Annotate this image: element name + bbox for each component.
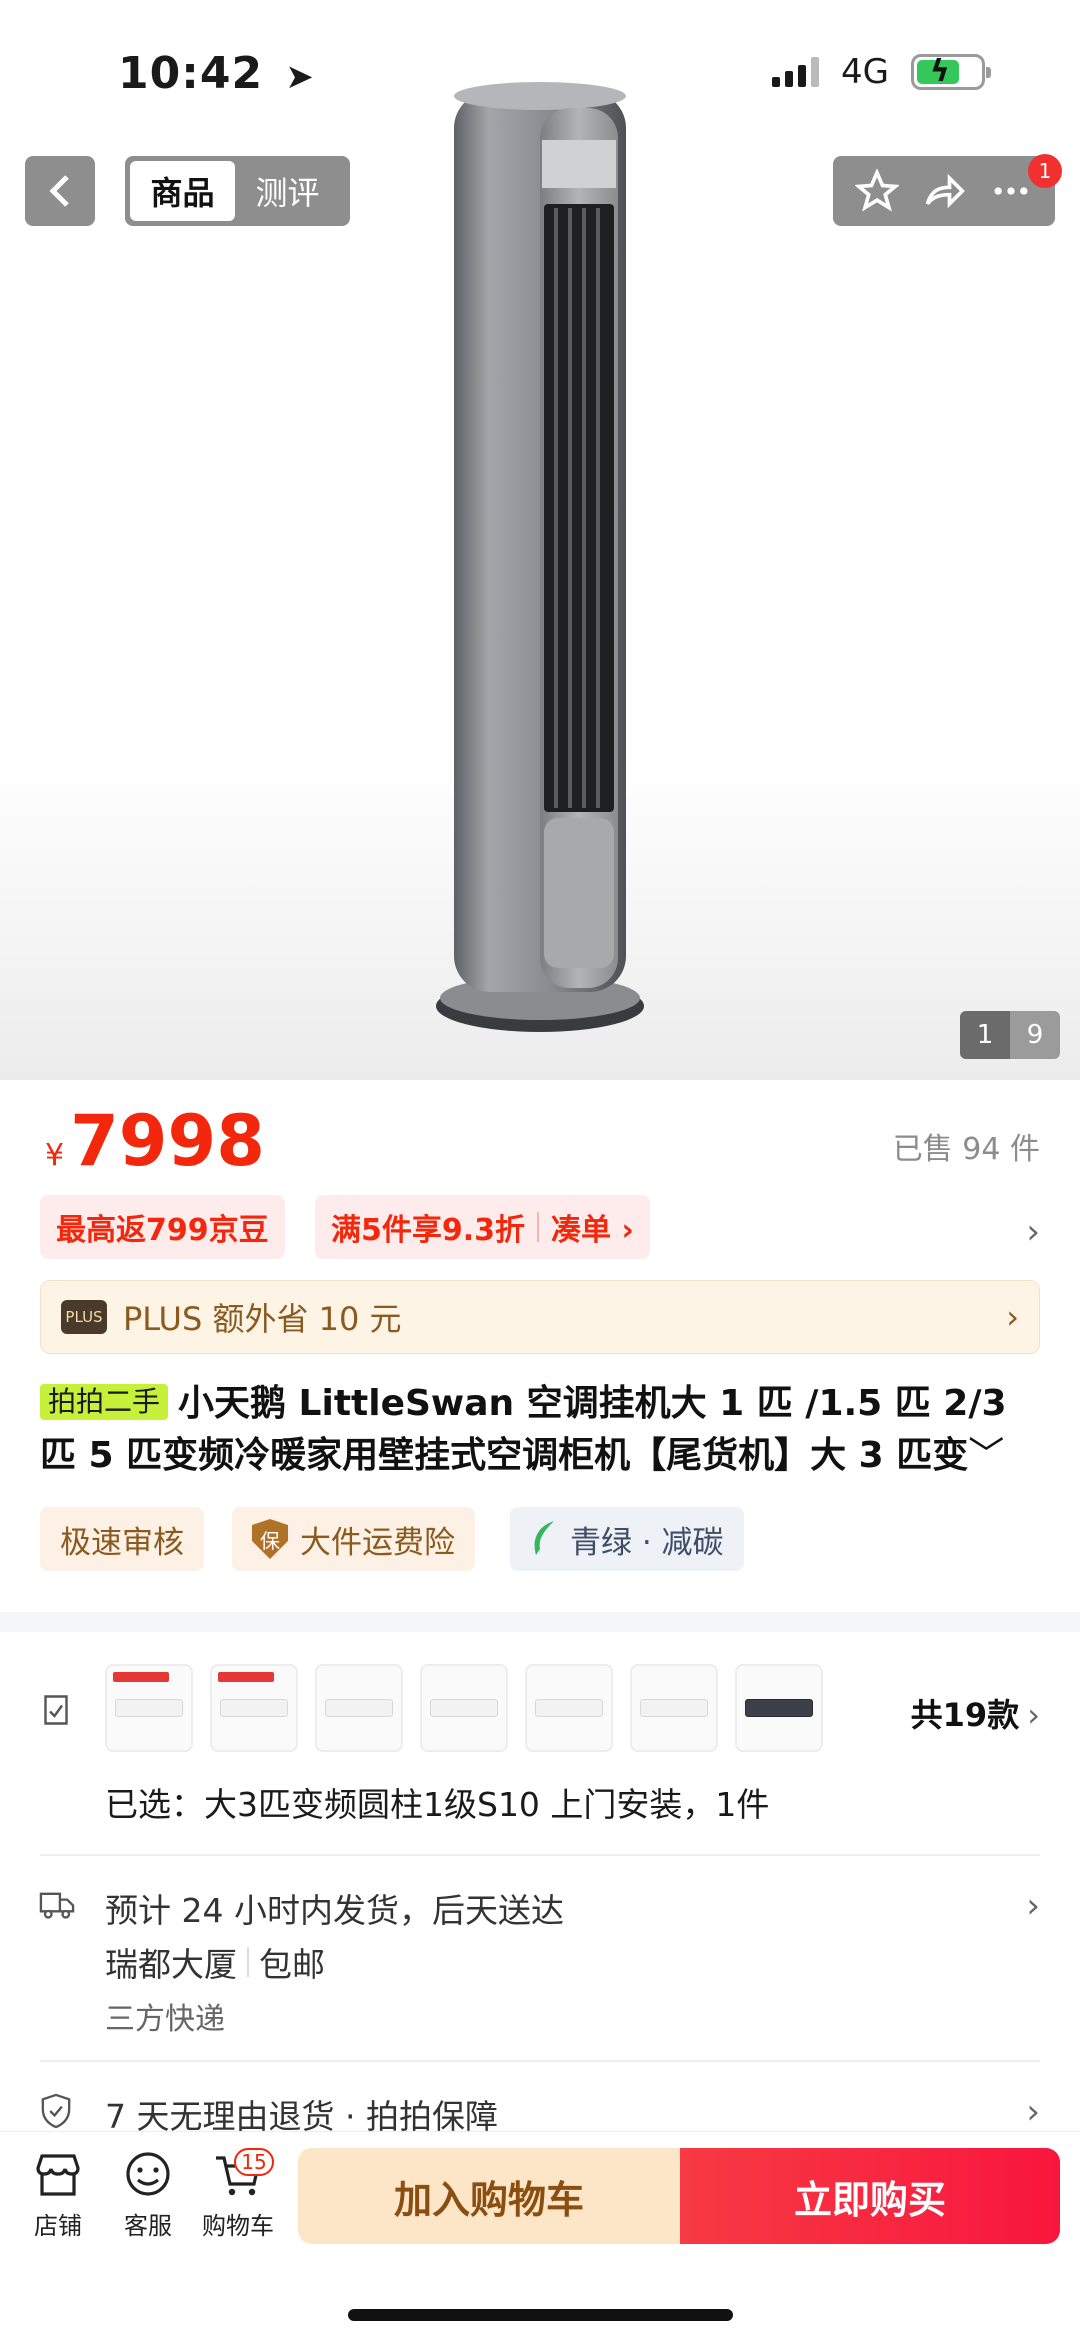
store-label: 店铺 bbox=[34, 2212, 82, 2240]
status-indicators: 4G ϟ bbox=[772, 52, 991, 92]
green-carbon-label: 青绿 · 减碳 bbox=[570, 1524, 724, 1561]
section-divider bbox=[0, 1612, 1080, 1632]
promo-bean-tag[interactable]: 最高返799京豆 bbox=[40, 1195, 285, 1259]
network-label: 4G bbox=[841, 52, 889, 92]
chevron-left-icon bbox=[49, 175, 69, 207]
cart-label: 购物车 bbox=[202, 2212, 274, 2240]
variant-select-icon bbox=[44, 1695, 68, 1725]
variant-swatch[interactable] bbox=[420, 1664, 508, 1752]
promo-discount-label: 满5件享9.3折 bbox=[331, 1213, 526, 1248]
promo-divider bbox=[537, 1212, 540, 1242]
promo-discount-tag[interactable]: 满5件享9.3折 凑单 › bbox=[315, 1195, 650, 1259]
fast-review-tag: 极速审核 bbox=[40, 1507, 204, 1571]
price: ¥ 7998 bbox=[45, 1100, 265, 1182]
shipping-insurance-label: 大件运费险 bbox=[300, 1524, 455, 1561]
chevron-right-icon[interactable]: › bbox=[1026, 2092, 1040, 2132]
secondhand-tag: 拍拍二手 bbox=[40, 1384, 169, 1420]
chevron-right-icon: › bbox=[1006, 1298, 1019, 1336]
plus-savings-bar[interactable]: PLUS PLUS 额外省 10 元 › bbox=[40, 1280, 1040, 1354]
currency-symbol: ¥ bbox=[45, 1138, 65, 1173]
selected-variant[interactable]: 已选：大3匹变频圆柱1级S10 上门安装，1件 bbox=[105, 1778, 769, 1826]
buy-now-button[interactable]: 立即购买 bbox=[680, 2148, 1060, 2244]
plus-savings-text: PLUS 额外省 10 元 bbox=[123, 1300, 402, 1338]
leaf-icon bbox=[534, 1521, 554, 1555]
image-counter: 1 9 bbox=[960, 1011, 1060, 1059]
star-icon[interactable] bbox=[854, 169, 899, 213]
status-time-text: 10:42 bbox=[118, 48, 264, 99]
delivery-address: 瑞都大厦 bbox=[105, 1945, 237, 1984]
signal-icon bbox=[772, 57, 820, 87]
promo-bundle-link[interactable]: 凑单 › bbox=[551, 1205, 634, 1249]
status-time: 10:42 ➤ bbox=[118, 48, 315, 99]
store-icon bbox=[36, 2154, 80, 2196]
image-current: 1 bbox=[960, 1011, 1010, 1059]
product-image bbox=[436, 82, 644, 1032]
delivery-estimate: 预计 24 小时内发货，后天送达 bbox=[105, 1891, 564, 1930]
shield-icon: 保 bbox=[252, 1519, 288, 1559]
tab-product[interactable]: 商品 bbox=[130, 161, 235, 221]
carrier-label: 三方快递 bbox=[105, 2002, 225, 2037]
customer-service-label: 客服 bbox=[124, 2212, 172, 2240]
battery-icon: ϟ bbox=[911, 54, 991, 90]
image-total: 9 bbox=[1010, 1011, 1060, 1059]
divider bbox=[40, 2060, 1040, 2062]
chevron-down-icon[interactable]: ﹀ bbox=[968, 1435, 1004, 1476]
variant-swatch[interactable] bbox=[630, 1664, 718, 1752]
shield-check-icon bbox=[41, 2093, 71, 2129]
store-button[interactable]: 店铺 bbox=[18, 2150, 98, 2241]
add-to-cart-button[interactable]: 加入购物车 bbox=[298, 2148, 680, 2244]
variant-swatch[interactable] bbox=[315, 1664, 403, 1752]
postage-label: 包邮 bbox=[259, 1945, 325, 1984]
product-title-text: 小天鹅 LittleSwan 空调挂机大 1 匹 /1.5 匹 2/3 匹 5 … bbox=[40, 1383, 1007, 1476]
customer-service-button[interactable]: 客服 bbox=[108, 2150, 188, 2241]
variant-count[interactable]: 共19款 › bbox=[911, 1690, 1040, 1736]
delivery-truck-icon bbox=[39, 1892, 75, 1919]
variant-swatch[interactable] bbox=[525, 1664, 613, 1752]
chat-face-icon bbox=[126, 2152, 170, 2196]
home-indicator[interactable] bbox=[348, 2309, 733, 2321]
notification-badge: 1 bbox=[1028, 154, 1062, 188]
sold-count: 已售 94 件 bbox=[892, 1132, 1040, 1167]
divider bbox=[247, 1947, 249, 1977]
tab-switcher: 商品 测评 bbox=[125, 156, 350, 226]
delivery-location[interactable]: 瑞都大厦 包邮 bbox=[105, 1938, 325, 1986]
product-title[interactable]: 拍拍二手 小天鹅 LittleSwan 空调挂机大 1 匹 /1.5 匹 2/3 … bbox=[40, 1378, 1040, 1482]
plus-badge-icon: PLUS bbox=[61, 1300, 107, 1334]
back-button[interactable] bbox=[25, 156, 95, 226]
share-icon[interactable] bbox=[922, 169, 966, 213]
variant-swatch[interactable] bbox=[210, 1664, 298, 1752]
variant-count-label: 共19款 bbox=[910, 1696, 1020, 1734]
top-actions bbox=[833, 156, 1055, 226]
chevron-right-icon[interactable]: › bbox=[1026, 1886, 1040, 1926]
green-carbon-tag[interactable]: 青绿 · 减碳 bbox=[510, 1507, 744, 1571]
variant-swatch[interactable] bbox=[105, 1664, 193, 1752]
divider bbox=[40, 1854, 1040, 1856]
more-icon[interactable] bbox=[989, 169, 1033, 213]
chevron-right-icon: › bbox=[1027, 1696, 1040, 1734]
location-arrow-icon: ➤ bbox=[285, 57, 315, 97]
variant-swatch[interactable] bbox=[735, 1664, 823, 1752]
shipping-insurance-tag[interactable]: 保 大件运费险 bbox=[232, 1507, 475, 1571]
tab-review[interactable]: 测评 bbox=[235, 161, 340, 221]
cart-count-badge: 15 bbox=[234, 2148, 274, 2176]
chevron-right-icon[interactable]: › bbox=[1026, 1212, 1040, 1252]
price-value: 7998 bbox=[70, 1100, 265, 1182]
